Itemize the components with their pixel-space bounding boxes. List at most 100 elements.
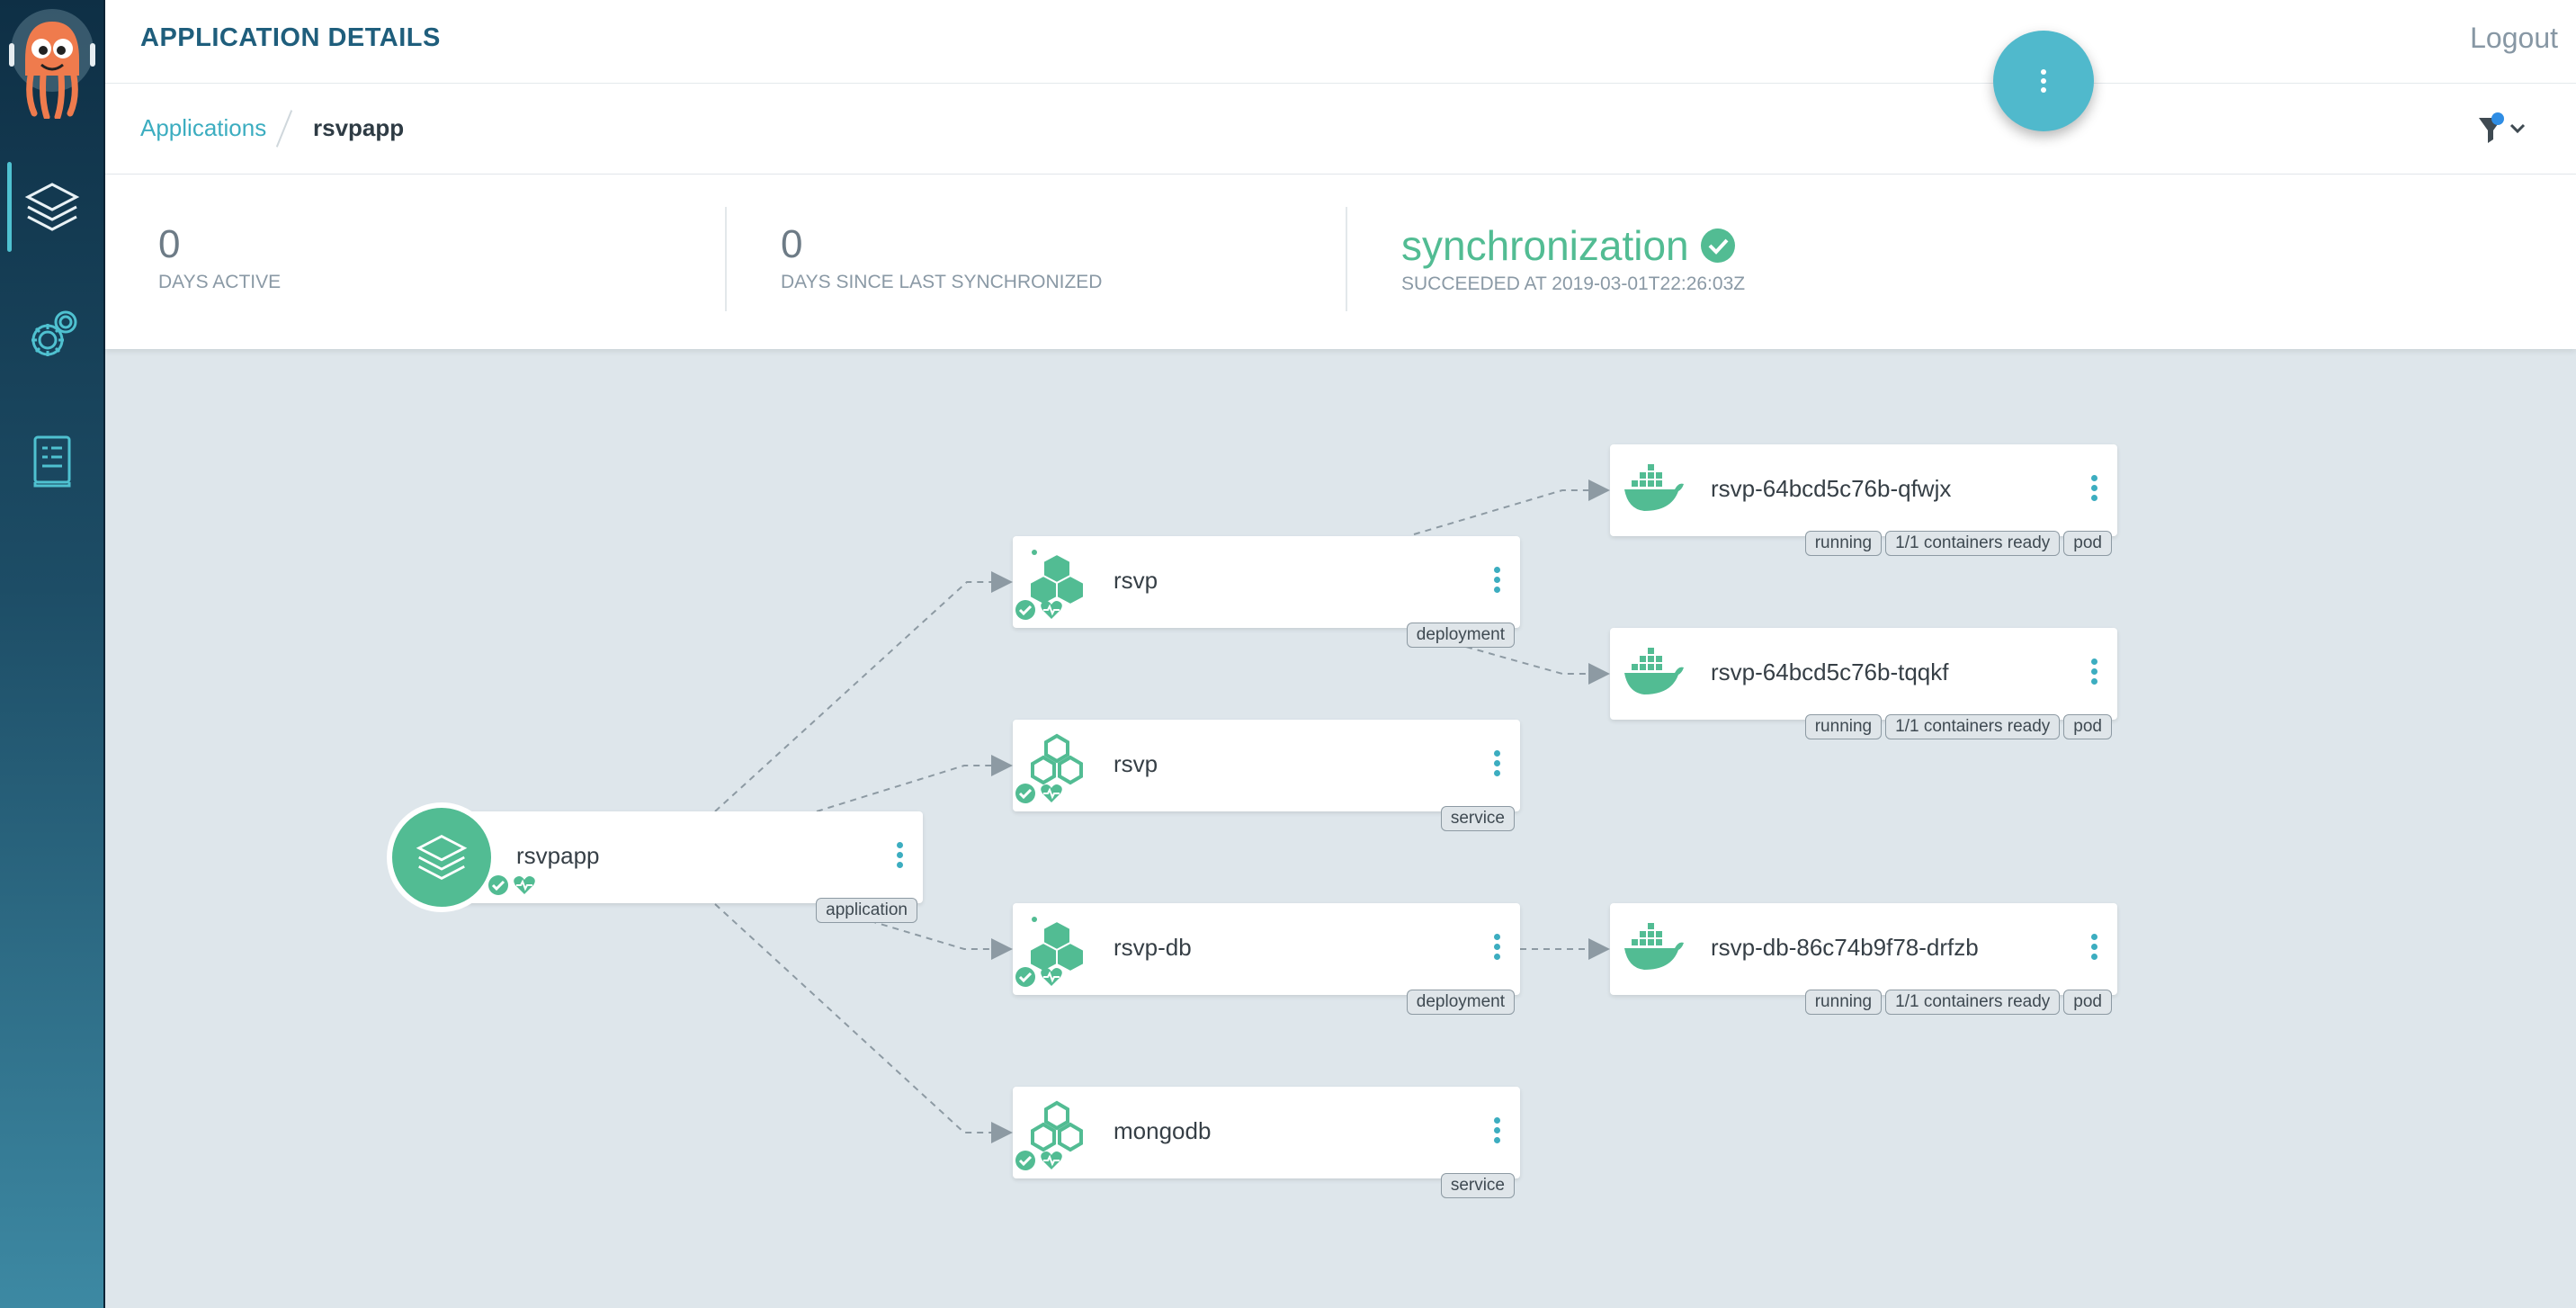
docker-whale-icon (1624, 648, 1684, 694)
pod-tag: pod (2063, 714, 2112, 739)
resource-node[interactable]: mongodb service (1013, 1087, 1520, 1198)
resource-node[interactable]: rsvp service (1013, 720, 1520, 831)
layers-icon (416, 835, 468, 880)
kind-tag: deployment (1406, 990, 1515, 1015)
node-menu-button[interactable] (2091, 658, 2097, 685)
node-name: rsvp-64bcd5c76b-qfwjx (1711, 475, 1952, 502)
synced-check-icon (1015, 600, 1035, 620)
layers-icon (24, 183, 79, 231)
node-name: rsvp (1114, 567, 1158, 594)
node-name: mongodb (1114, 1117, 1212, 1144)
sync-status-subtitle: SUCCEEDED AT 2019-03-01T22:26:03Z (1401, 273, 1746, 294)
node-name: rsvpapp (516, 842, 600, 869)
synced-check-icon (1015, 967, 1035, 987)
pod-node[interactable]: rsvp-64bcd5c76b-tqqkf running 1/1 contain… (1610, 628, 2117, 739)
sidebar-item-settings[interactable] (0, 291, 103, 381)
docker-icon-wrap (1623, 464, 1686, 527)
node-status (1015, 599, 1063, 621)
synced-check-icon (1015, 1151, 1035, 1170)
sync-status: synchronization SUCCEEDED AT 2019-03-01T… (1401, 225, 1745, 295)
node-menu-button[interactable] (2091, 475, 2097, 501)
docs-icon (33, 435, 70, 488)
days-since-sync-label: DAYS SINCE LAST SYNCHRONIZED (781, 272, 1103, 292)
kind-tag: service (1440, 1173, 1515, 1198)
gear-icon (31, 310, 76, 356)
sidebar (0, 0, 105, 1308)
node-tags: running 1/1 containers ready pod (1804, 990, 2112, 1015)
pod-tag: running (1804, 990, 1883, 1015)
sidebar-item-user-info[interactable] (0, 417, 103, 506)
heart-health-icon (1041, 601, 1062, 619)
days-since-sync-stat: 0 DAYS SINCE LAST SYNCHRONIZED (781, 225, 1102, 293)
days-active-label: DAYS ACTIVE (158, 272, 282, 292)
application-node[interactable]: rsvpapp application (387, 802, 923, 923)
days-active-value: 0 (158, 222, 181, 266)
stat-divider (725, 207, 727, 311)
node-menu-button[interactable] (1494, 750, 1500, 776)
synced-check-icon (1015, 784, 1035, 803)
top-bar: APPLICATION DETAILS Logout (105, 0, 2576, 84)
pod-tag: 1/1 containers ready (1885, 990, 2061, 1015)
resource-node[interactable]: rsvp deployment (1013, 536, 1520, 648)
node-menu-button[interactable] (2091, 934, 2097, 960)
pod-node[interactable]: rsvp-db-86c74b9f78-drfzb running 1/1 cont… (1610, 903, 2117, 1015)
docker-icon-wrap (1623, 648, 1686, 711)
heart-health-icon (1041, 1151, 1062, 1169)
pod-tag: running (1804, 714, 1883, 739)
logout-link[interactable]: Logout (2470, 22, 2558, 55)
node-menu-button[interactable] (1494, 934, 1500, 960)
breadcrumb-separator (275, 110, 293, 148)
heart-health-icon (1041, 784, 1062, 802)
kind-tag: deployment (1406, 623, 1515, 648)
breadcrumb-current: rsvpapp (313, 114, 405, 141)
pod-tag: running (1804, 531, 1883, 556)
docker-icon-wrap (1623, 923, 1686, 986)
pod-tag: 1/1 containers ready (1885, 531, 2061, 556)
breadcrumb: Applications rsvpapp (105, 84, 2576, 175)
more-vertical-icon (2041, 69, 2046, 93)
node-tags: service (1440, 1173, 1515, 1198)
sidebar-item-applications[interactable] (0, 162, 103, 252)
stat-divider (1346, 207, 1347, 311)
pod-node[interactable]: rsvp-64bcd5c76b-qfwjx running 1/1 contain… (1610, 444, 2117, 556)
node-menu-button[interactable] (897, 842, 903, 868)
app-icon-circle (387, 802, 496, 912)
argo-logo[interactable] (7, 7, 97, 121)
node-menu-button[interactable] (1494, 567, 1500, 593)
docker-whale-icon (1624, 923, 1684, 970)
app-summary: 0 DAYS ACTIVE 0 DAYS SINCE LAST SYNCHRON… (105, 175, 2576, 349)
node-status (487, 874, 536, 896)
node-tags: deployment (1406, 623, 1515, 648)
node-name: rsvp (1114, 750, 1158, 777)
pod-tag: 1/1 containers ready (1885, 714, 2061, 739)
filter-dropdown[interactable] (2475, 111, 2529, 147)
node-tags: service (1440, 806, 1515, 831)
node-name: rsvp-db-86c74b9f78-drfzb (1711, 934, 1979, 961)
days-since-sync-value: 0 (781, 222, 803, 266)
node-tags: running 1/1 containers ready pod (1804, 714, 2112, 739)
pod-tag: pod (2063, 531, 2112, 556)
days-active-stat: 0 DAYS ACTIVE (158, 225, 281, 293)
docker-whale-icon (1624, 464, 1684, 511)
heart-health-icon (514, 876, 535, 894)
kind-tag: application (816, 898, 917, 923)
node-tags: deployment (1406, 990, 1515, 1015)
page-title: APPLICATION DETAILS (140, 23, 441, 52)
actions-menu-button[interactable] (1993, 31, 2094, 131)
pod-tag: pod (2063, 990, 2112, 1015)
node-name: rsvp-64bcd5c76b-tqqkf (1711, 658, 1949, 685)
synced-check-icon (488, 875, 508, 895)
node-status (1015, 783, 1063, 804)
node-menu-button[interactable] (1494, 1117, 1500, 1143)
kind-tag: service (1440, 806, 1515, 831)
resource-node[interactable]: rsvp-db deployment (1013, 903, 1520, 1015)
filter-icon (2479, 112, 2526, 143)
check-circle-icon (1700, 228, 1735, 263)
breadcrumb-applications-link[interactable]: Applications (140, 114, 266, 142)
node-tags: running 1/1 containers ready pod (1804, 531, 2112, 556)
node-status (1015, 1150, 1063, 1171)
node-status (1015, 966, 1063, 988)
node-name: rsvp-db (1114, 934, 1192, 961)
sync-status-title: synchronization (1401, 222, 1689, 269)
heart-health-icon (1041, 968, 1062, 986)
